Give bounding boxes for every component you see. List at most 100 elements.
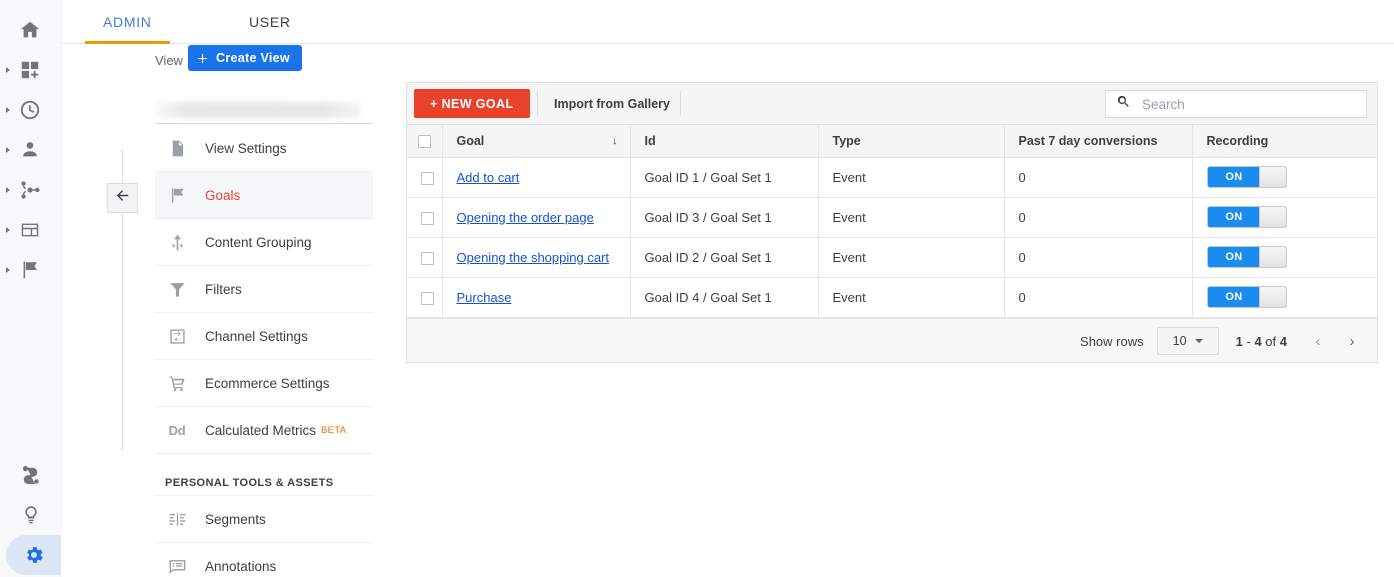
rail-item-conversions[interactable] bbox=[0, 250, 60, 290]
sidebar-item-annotations[interactable]: Annotations bbox=[155, 543, 373, 577]
recording-toggle-label: ON bbox=[1208, 287, 1261, 307]
row-checkbox[interactable] bbox=[421, 172, 434, 185]
goals-table-card: + NEW GOAL Import from Gallery Goa bbox=[406, 82, 1378, 363]
sidebar-item-view-settings[interactable]: View Settings bbox=[155, 125, 373, 172]
goal-name-link[interactable]: Opening the order page bbox=[457, 210, 594, 225]
rail-item-customization[interactable] bbox=[0, 50, 60, 90]
column-header-recording[interactable]: Recording bbox=[1192, 125, 1377, 157]
section-header-personal-tools: PERSONAL TOOLS & ASSETS bbox=[155, 454, 373, 496]
sort-descending-icon: ↓ bbox=[612, 135, 618, 147]
dd-text-icon: Dd bbox=[165, 418, 189, 442]
tab-user[interactable]: USER bbox=[231, 0, 309, 44]
recording-toggle[interactable]: ON bbox=[1207, 286, 1287, 308]
range-start: 1 bbox=[1236, 334, 1243, 349]
rail-item-audience[interactable] bbox=[0, 130, 60, 170]
recording-toggle-knob[interactable] bbox=[1259, 207, 1286, 227]
sidebar-label-filters: Filters bbox=[205, 282, 242, 297]
row-checkbox-cell[interactable] bbox=[407, 237, 442, 277]
recording-toggle[interactable]: ON bbox=[1207, 166, 1287, 188]
sidebar-item-segments[interactable]: Segments bbox=[155, 496, 373, 543]
sidebar-item-calculated-metrics[interactable]: Dd Calculated Metrics BETA bbox=[155, 407, 373, 454]
tab-admin[interactable]: ADMIN bbox=[85, 0, 170, 44]
tab-user-label: USER bbox=[249, 14, 291, 30]
sidebar-item-goals[interactable]: Goals bbox=[155, 172, 373, 219]
column-header-goal[interactable]: Goal ↓ bbox=[442, 125, 630, 157]
left-icon-rail bbox=[0, 0, 61, 577]
column-header-id[interactable]: Id bbox=[630, 125, 818, 157]
range-end: 4 bbox=[1254, 334, 1261, 349]
cell-goal: Add to cart bbox=[442, 157, 630, 197]
home-icon bbox=[19, 19, 41, 41]
column-header-conversions[interactable]: Past 7 day conversions bbox=[1004, 125, 1192, 157]
sidebar-label-goals: Goals bbox=[205, 188, 240, 203]
goals-table-head: Goal ↓ Id Type Past 7 day conversions Re… bbox=[407, 125, 1377, 157]
goal-name-link[interactable]: Purchase bbox=[457, 290, 512, 305]
select-all-header[interactable] bbox=[407, 125, 442, 157]
rail-item-discover[interactable] bbox=[0, 495, 61, 535]
rows-per-page-select[interactable]: 10 bbox=[1157, 327, 1219, 355]
rail-item-behavior[interactable] bbox=[0, 210, 60, 250]
sidebar-item-ecommerce-settings[interactable]: Ecommerce Settings bbox=[155, 360, 373, 407]
sidebar-label-segments: Segments bbox=[205, 512, 266, 527]
previous-page-button[interactable]: ‹ bbox=[1301, 324, 1335, 358]
rail-item-attribution[interactable] bbox=[0, 455, 61, 495]
recording-toggle[interactable]: ON bbox=[1207, 246, 1287, 268]
row-checkbox[interactable] bbox=[421, 212, 434, 225]
cell-type: Event bbox=[818, 197, 1004, 237]
row-checkbox-cell[interactable] bbox=[407, 197, 442, 237]
cell-recording: ON bbox=[1192, 277, 1377, 317]
sidebar-label-view-settings: View Settings bbox=[205, 141, 287, 156]
table-row: Purchase Goal ID 4 / Goal Set 1 Event 0 … bbox=[407, 277, 1377, 317]
toolbar-divider bbox=[680, 91, 681, 116]
table-row: Opening the order page Goal ID 3 / Goal … bbox=[407, 197, 1377, 237]
recording-toggle[interactable]: ON bbox=[1207, 206, 1287, 228]
rail-item-realtime[interactable] bbox=[0, 90, 60, 130]
search-box[interactable] bbox=[1105, 90, 1367, 118]
cell-type: Event bbox=[818, 157, 1004, 197]
row-checkbox[interactable] bbox=[421, 252, 434, 265]
sidebar-item-channel-settings[interactable]: Channel Settings bbox=[155, 313, 373, 360]
cell-type: Event bbox=[818, 237, 1004, 277]
chevron-right-icon bbox=[6, 147, 10, 153]
recording-toggle-knob[interactable] bbox=[1259, 167, 1286, 187]
sidebar-item-content-grouping[interactable]: Content Grouping bbox=[155, 219, 373, 266]
row-checkbox[interactable] bbox=[421, 292, 434, 305]
create-view-label: Create View bbox=[216, 51, 290, 65]
recording-toggle-label: ON bbox=[1208, 247, 1261, 267]
toolbar-divider bbox=[537, 91, 538, 116]
view-name-redacted[interactable] bbox=[155, 102, 360, 118]
goal-name-link[interactable]: Add to cart bbox=[457, 170, 520, 185]
recording-toggle-knob[interactable] bbox=[1259, 287, 1286, 307]
goals-table-header-row: Goal ↓ Id Type Past 7 day conversions Re… bbox=[407, 125, 1377, 157]
new-goal-button[interactable]: + NEW GOAL bbox=[414, 89, 530, 118]
cell-id: Goal ID 4 / Goal Set 1 bbox=[630, 277, 818, 317]
goal-name-link[interactable]: Opening the shopping cart bbox=[457, 250, 610, 265]
rail-item-home[interactable] bbox=[0, 10, 60, 50]
view-label: View bbox=[155, 45, 183, 77]
row-checkbox-cell[interactable] bbox=[407, 277, 442, 317]
view-settings-panel: View Create View View Settings Goals bbox=[61, 45, 384, 577]
import-from-gallery-button[interactable]: Import from Gallery bbox=[554, 83, 670, 125]
column-header-goal-label: Goal bbox=[457, 134, 485, 148]
cell-conversions: 0 bbox=[1004, 157, 1192, 197]
create-view-button[interactable]: Create View bbox=[188, 45, 302, 71]
rail-item-acquisition[interactable] bbox=[0, 170, 60, 210]
rail-item-admin[interactable] bbox=[6, 535, 61, 575]
person-icon bbox=[19, 139, 41, 161]
sidebar-label-ecommerce-settings: Ecommerce Settings bbox=[205, 376, 330, 391]
column-header-type[interactable]: Type bbox=[818, 125, 1004, 157]
channels-icon bbox=[165, 324, 189, 348]
chevron-right-icon bbox=[6, 107, 10, 113]
plus-icon bbox=[196, 52, 209, 65]
collapse-panel-button[interactable] bbox=[107, 183, 138, 213]
top-tab-bar: ADMIN USER bbox=[61, 0, 1394, 44]
cell-id: Goal ID 1 / Goal Set 1 bbox=[630, 157, 818, 197]
next-page-button[interactable]: › bbox=[1335, 324, 1369, 358]
select-all-checkbox[interactable] bbox=[418, 135, 431, 148]
sidebar-item-filters[interactable]: Filters bbox=[155, 266, 373, 313]
goals-table-body: Add to cart Goal ID 1 / Goal Set 1 Event… bbox=[407, 157, 1377, 317]
row-checkbox-cell[interactable] bbox=[407, 157, 442, 197]
recording-toggle-knob[interactable] bbox=[1259, 247, 1286, 267]
gear-icon bbox=[23, 544, 45, 566]
search-input[interactable] bbox=[1140, 91, 1366, 117]
